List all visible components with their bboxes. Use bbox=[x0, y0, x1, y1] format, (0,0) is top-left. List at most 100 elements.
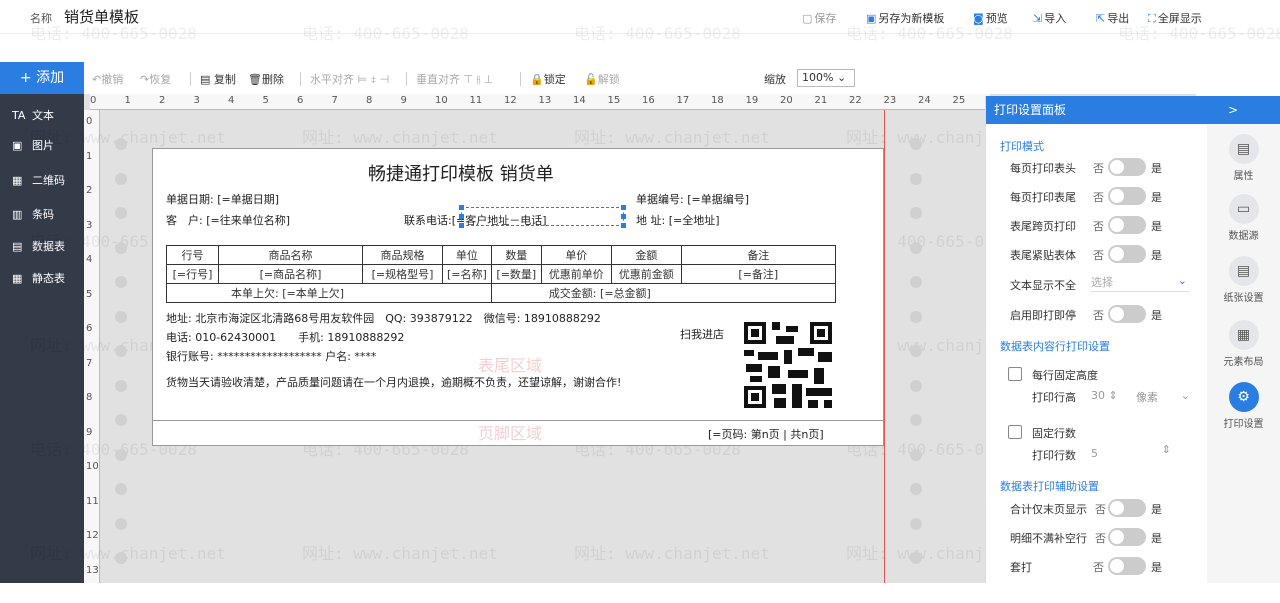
header-each-page-toggle[interactable] bbox=[1108, 158, 1146, 176]
zoom-select[interactable]: 100% ⌄ bbox=[797, 69, 855, 87]
watermark-text: 网址: www.chanjet.net bbox=[302, 544, 498, 563]
watermark-text: 电话: 400-665-0028 bbox=[574, 24, 741, 43]
datasource-icon: ▭ bbox=[1228, 194, 1259, 224]
billno-field[interactable]: 单据编号: [=单据编号] bbox=[636, 191, 749, 207]
halign-label: 水平对齐 bbox=[310, 73, 354, 86]
fixed-height-checkbox[interactable] bbox=[1008, 367, 1022, 381]
delete-button[interactable]: 🗑删除 bbox=[248, 71, 284, 87]
setting-no: 否 bbox=[1093, 191, 1104, 204]
footer-attach-toggle[interactable] bbox=[1108, 245, 1146, 263]
resize-handle[interactable] bbox=[459, 223, 464, 228]
row-count-input[interactable]: 5 ⇕ bbox=[1091, 443, 1171, 460]
undo-icon: ↶ bbox=[92, 73, 102, 86]
row-height-unit-select[interactable]: 像素 ⌄ bbox=[1136, 389, 1190, 405]
text-icon: TA bbox=[12, 109, 26, 122]
resize-handle[interactable] bbox=[621, 205, 626, 210]
address-field[interactable]: 地 址: [=全地址] bbox=[636, 212, 720, 228]
overprint-toggle[interactable] bbox=[1108, 557, 1146, 575]
setting-label: 表尾紧贴表体 bbox=[1010, 249, 1076, 262]
ruler-tick: 5 bbox=[86, 288, 93, 300]
ruler-tick: 8 bbox=[86, 392, 93, 403]
redo-button[interactable]: ↷恢复 bbox=[140, 71, 171, 87]
sidebar-item-statictable[interactable]: ▦ 静态表 bbox=[12, 270, 65, 286]
setting-label: 每页打印表头 bbox=[1010, 162, 1076, 175]
qrcode-image[interactable] bbox=[740, 318, 836, 412]
print-settings-tab[interactable]: ⚙ 打印设置 bbox=[1207, 382, 1280, 430]
setting-label: 明细不满补空行 bbox=[1010, 532, 1087, 545]
paper-hole bbox=[115, 207, 127, 219]
selection-box[interactable] bbox=[461, 207, 624, 226]
chevron-down-icon: ⌄ bbox=[1180, 389, 1190, 402]
instant-print-toggle[interactable] bbox=[1108, 305, 1146, 323]
add-element-button[interactable]: + 添加 bbox=[0, 62, 84, 94]
collapse-panel-button[interactable]: > bbox=[1228, 96, 1238, 124]
undo-button[interactable]: ↶撤销 bbox=[92, 71, 123, 87]
resize-handle[interactable] bbox=[621, 214, 626, 219]
chevron-down-icon: ⌄ bbox=[1177, 274, 1187, 287]
table-cell: [=数量] bbox=[490, 264, 542, 284]
ruler-tick: 11 bbox=[86, 495, 99, 507]
unlock-button[interactable]: 🔓解锁 bbox=[584, 71, 620, 87]
setting-no: 否 bbox=[1093, 561, 1104, 574]
ruler-tick: 18 bbox=[711, 95, 724, 106]
notice-text[interactable]: 货物当天请验收清楚，产品质量问题请在一个月内退换，逾期概不负责，还望谅解，谢谢合… bbox=[166, 374, 621, 390]
sidebar-item-text[interactable]: TA 文本 bbox=[12, 107, 54, 123]
scan-label[interactable]: 扫我进店 bbox=[680, 326, 724, 342]
fixed-rows-checkbox[interactable] bbox=[1008, 425, 1022, 439]
paper-hole bbox=[115, 310, 127, 323]
ruler-tick: 6 bbox=[297, 95, 304, 106]
company-phone-text[interactable]: 电话: 010-62430001 手机: 18910888292 bbox=[166, 329, 404, 345]
goods-table[interactable]: 行号 商品名称 商品规格 单位 数量 单价 金额 备注 [=行号] [=商品名称… bbox=[166, 245, 836, 303]
select-placeholder: 选择 bbox=[1091, 276, 1113, 289]
footer-each-page-toggle[interactable] bbox=[1108, 187, 1146, 205]
ruler-tick: 1 bbox=[124, 95, 131, 106]
billno-label: 单据编号: bbox=[636, 193, 684, 206]
date-field[interactable]: 单据日期: [=单据日期] bbox=[166, 191, 279, 207]
print-title[interactable]: 畅捷通打印模板 销货单 bbox=[368, 160, 554, 186]
paper-hole bbox=[910, 241, 922, 254]
import-button[interactable]: ⇲ 导入 bbox=[1033, 10, 1066, 26]
page-boundary-line bbox=[884, 110, 885, 583]
layout-icon: ▦ bbox=[1228, 320, 1259, 350]
sidebar-item-barcode[interactable]: ▥ 条码 bbox=[12, 206, 54, 222]
fill-empty-rows-toggle[interactable] bbox=[1108, 528, 1146, 546]
vertical-align-button[interactable]: 垂直对齐 ⊤ ⫲ ⊥ bbox=[416, 71, 493, 87]
row-height-input[interactable]: 30 ⇕ bbox=[1091, 389, 1118, 402]
bank-account-text[interactable]: 银行账号: ******************* 户名: **** bbox=[166, 348, 376, 364]
watermark-text: 电话: 400-665-0028 bbox=[1118, 24, 1280, 43]
sidebar-item-qrcode[interactable]: ▦ 二维码 bbox=[12, 172, 65, 188]
customer-field[interactable]: 客 户: [=往来单位名称] bbox=[166, 212, 290, 228]
copy-button[interactable]: ▤ 复制 bbox=[200, 71, 236, 87]
zoom-label: 缩放 bbox=[764, 73, 786, 86]
save-button[interactable]: ▢ 保存 bbox=[802, 10, 836, 26]
paper-hole bbox=[910, 552, 922, 564]
footer-cross-page-toggle[interactable] bbox=[1108, 216, 1146, 234]
lock-label: 锁定 bbox=[543, 73, 566, 86]
text-overflow-select[interactable]: 选择 ⌄ bbox=[1091, 274, 1189, 292]
delete-label: 删除 bbox=[261, 73, 284, 86]
lock-icon: 🔒 bbox=[530, 73, 544, 86]
aux-settings-title: 数据表打印辅助设置 bbox=[1000, 480, 1099, 493]
page-number-field[interactable]: [=页码: 第n页 | 共n页] bbox=[708, 426, 824, 442]
watermark-text: 网址: www.chanjet.net bbox=[574, 128, 770, 147]
paper-settings-tab[interactable]: ▤ 纸张设置 bbox=[1207, 256, 1280, 304]
ruler-tick: 8 bbox=[366, 95, 373, 106]
datasource-tab[interactable]: ▭ 数据源 bbox=[1207, 194, 1280, 242]
setting-yes: 是 bbox=[1151, 220, 1162, 233]
resize-handle[interactable] bbox=[621, 223, 626, 228]
horizontal-align-button[interactable]: 水平对齐 ⊨ ⧧ ⊣ bbox=[310, 71, 389, 87]
customer-value: [=往来单位名称] bbox=[206, 214, 291, 227]
properties-tab[interactable]: ▤ 属性 bbox=[1207, 134, 1280, 182]
unit-value: 像素 bbox=[1136, 391, 1158, 404]
paper-hole bbox=[115, 138, 127, 150]
lock-button[interactable]: 🔒锁定 bbox=[530, 71, 566, 87]
element-layout-tab[interactable]: ▦ 元素布局 bbox=[1207, 320, 1280, 368]
table-footer-cell: 本单上欠: [=本单上欠] bbox=[166, 283, 492, 303]
company-address-text[interactable]: 地址: 北京市海淀区北清路68号用友软件园 QQ: 393879122 微信号:… bbox=[166, 310, 601, 326]
copy-icon: ▤ bbox=[200, 73, 214, 86]
table-footer-region-label: 表尾区域 bbox=[478, 356, 543, 375]
resize-handle[interactable] bbox=[459, 214, 464, 219]
resize-handle[interactable] bbox=[459, 205, 464, 210]
total-last-page-toggle[interactable] bbox=[1108, 499, 1146, 517]
paper-hole bbox=[910, 483, 922, 495]
